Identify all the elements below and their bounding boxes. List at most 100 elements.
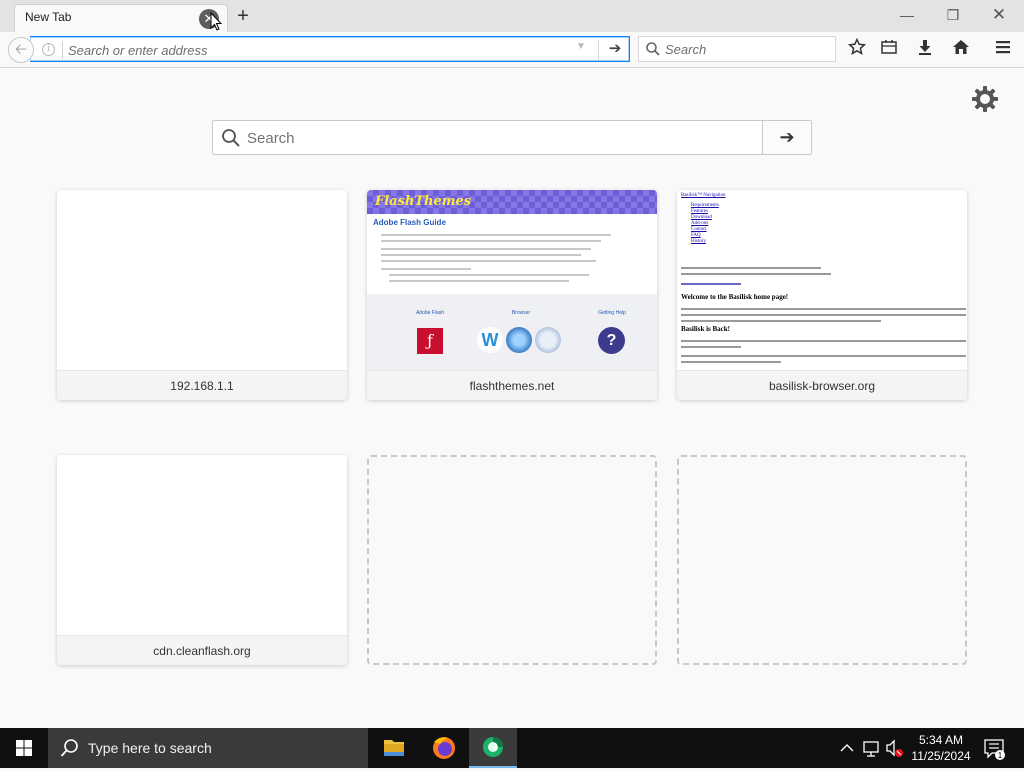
text-line xyxy=(389,274,589,276)
basilisk-nav-link: FAQ xyxy=(691,233,701,238)
text-line xyxy=(381,260,596,262)
basilisk-nav-header: Basilisk™ Navigation xyxy=(681,193,726,198)
flash-player-icon: ƒ xyxy=(417,328,443,354)
flash-col-label: Browser xyxy=(511,310,531,316)
clock-date: 11/25/2024 xyxy=(911,749,971,763)
text-line xyxy=(381,268,471,270)
app-icon xyxy=(483,737,503,757)
tab-strip: New Tab ✕ + — ❐ ✕ xyxy=(0,0,1024,32)
search-icon xyxy=(222,129,240,147)
network-icon[interactable] xyxy=(862,728,880,768)
clock-time: 5:34 AM xyxy=(918,733,964,747)
text-line xyxy=(381,248,591,250)
taskbar-search-box[interactable]: Type here to search xyxy=(48,728,368,768)
flash-col-label: Getting Help xyxy=(598,310,626,316)
restore-button[interactable]: ❐ xyxy=(930,0,976,30)
text-line xyxy=(681,320,881,322)
basilisk-nav-link: Requirements xyxy=(691,203,719,208)
waterfox-icon: W xyxy=(477,327,503,353)
flash-col-label: Adobe Flash xyxy=(415,310,445,316)
bookmark-star-icon[interactable] xyxy=(844,37,870,62)
top-site-tile[interactable]: 192.168.1.1 xyxy=(57,190,347,400)
taskbar-search-placeholder: Type here to search xyxy=(88,740,212,756)
newtab-search-input[interactable] xyxy=(247,128,747,148)
search-bar[interactable] xyxy=(638,36,836,62)
tile-thumbnail xyxy=(57,190,347,370)
home-icon[interactable] xyxy=(948,38,974,62)
empty-tile-placeholder xyxy=(367,455,657,665)
help-question-icon: ? xyxy=(598,327,625,354)
text-line xyxy=(389,280,569,282)
library-icon[interactable] xyxy=(876,38,902,62)
tile-label: flashthemes.net xyxy=(367,370,657,400)
back-icon[interactable]: 🡠 xyxy=(8,37,34,63)
text-line xyxy=(681,340,966,342)
tile-thumbnail xyxy=(57,455,347,635)
basilisk-nav-link: Features xyxy=(691,209,708,214)
newtab-search-box[interactable]: ➔ xyxy=(212,120,812,155)
close-window-button[interactable]: ✕ xyxy=(976,0,1022,30)
text-line xyxy=(681,355,966,357)
text-line xyxy=(681,267,821,269)
basilisk-nav-link: Contact xyxy=(691,227,707,232)
nav-toolbar: i ▼ ➔ 🡠 xyxy=(0,32,1024,68)
info-icon[interactable]: i xyxy=(42,43,55,56)
text-line xyxy=(681,273,831,275)
basilisk-nav-link: Add-ons xyxy=(691,221,709,226)
new-tab-button[interactable]: + xyxy=(232,4,254,28)
chevron-up-icon[interactable] xyxy=(838,728,856,768)
mouse-cursor-icon xyxy=(210,12,222,31)
tile-label: basilisk-browser.org xyxy=(677,370,967,400)
text-line xyxy=(681,314,966,316)
top-site-tile[interactable]: FlashThemes Adobe Flash Guide Adobe Flas… xyxy=(367,190,657,400)
text-line xyxy=(381,240,601,242)
empty-tile-placeholder xyxy=(677,455,967,665)
text-line xyxy=(381,254,581,256)
search-icon xyxy=(60,739,78,757)
minimize-button[interactable]: — xyxy=(884,0,930,30)
search-input[interactable] xyxy=(665,40,825,58)
download-icon[interactable] xyxy=(912,38,938,62)
tab-new-tab[interactable]: New Tab ✕ xyxy=(14,4,228,32)
flash-header-banner: FlashThemes xyxy=(367,190,657,214)
top-site-tile[interactable]: Basilisk™ Navigation Requirements Featur… xyxy=(677,190,967,400)
notification-count: 1 xyxy=(998,751,1003,760)
newtab-search-go-button[interactable]: ➔ xyxy=(762,121,811,154)
windows-icon[interactable] xyxy=(0,728,48,768)
go-separator xyxy=(598,40,599,60)
text-line xyxy=(681,346,741,348)
basilisk-heading: Basilisk is Back! xyxy=(681,325,731,333)
tile-thumbnail: FlashThemes Adobe Flash Guide Adobe Flas… xyxy=(367,190,657,370)
go-arrow-icon[interactable]: ➔ xyxy=(604,38,626,60)
text-line xyxy=(681,283,741,285)
tile-label: 192.168.1.1 xyxy=(57,370,347,400)
basilisk-nav-link: Download xyxy=(691,215,712,220)
taskbar: Type here to search 5:34 AM 11/25/2024 1 xyxy=(0,728,1024,768)
file-explorer-icon[interactable] xyxy=(370,728,418,768)
url-input[interactable] xyxy=(68,40,568,60)
browser-window: New Tab ✕ + — ❐ ✕ i ▼ ➔ 🡠 xyxy=(0,0,1024,728)
top-site-tile[interactable]: cdn.cleanflash.org xyxy=(57,455,347,665)
flash-page-title: Adobe Flash Guide xyxy=(373,218,446,227)
basilisk-heading: Welcome to the Basilisk home page! xyxy=(681,293,789,301)
flash-logo: FlashThemes xyxy=(375,194,472,209)
palemoon-icon xyxy=(506,327,532,353)
basilisk-icon xyxy=(535,327,561,353)
menu-icon[interactable] xyxy=(990,38,1016,62)
url-bar[interactable]: i ▼ ➔ xyxy=(30,36,630,62)
taskbar-app-active[interactable] xyxy=(469,728,517,768)
url-separator xyxy=(62,41,63,59)
system-clock[interactable]: 5:34 AM 11/25/2024 xyxy=(906,732,976,764)
text-line xyxy=(681,361,781,363)
basilisk-nav-link: History xyxy=(691,239,706,244)
text-line xyxy=(381,234,611,236)
gear-icon[interactable] xyxy=(970,84,1000,114)
tab-title: New Tab xyxy=(25,10,72,24)
text-line xyxy=(681,308,966,310)
firefox-icon[interactable] xyxy=(420,728,468,768)
volume-muted-icon[interactable] xyxy=(884,728,904,768)
history-dropdown-icon[interactable]: ▼ xyxy=(576,41,586,52)
tile-label: cdn.cleanflash.org xyxy=(57,635,347,665)
notification-icon[interactable]: 1 xyxy=(982,728,1006,768)
tile-thumbnail: Basilisk™ Navigation Requirements Featur… xyxy=(677,190,967,370)
